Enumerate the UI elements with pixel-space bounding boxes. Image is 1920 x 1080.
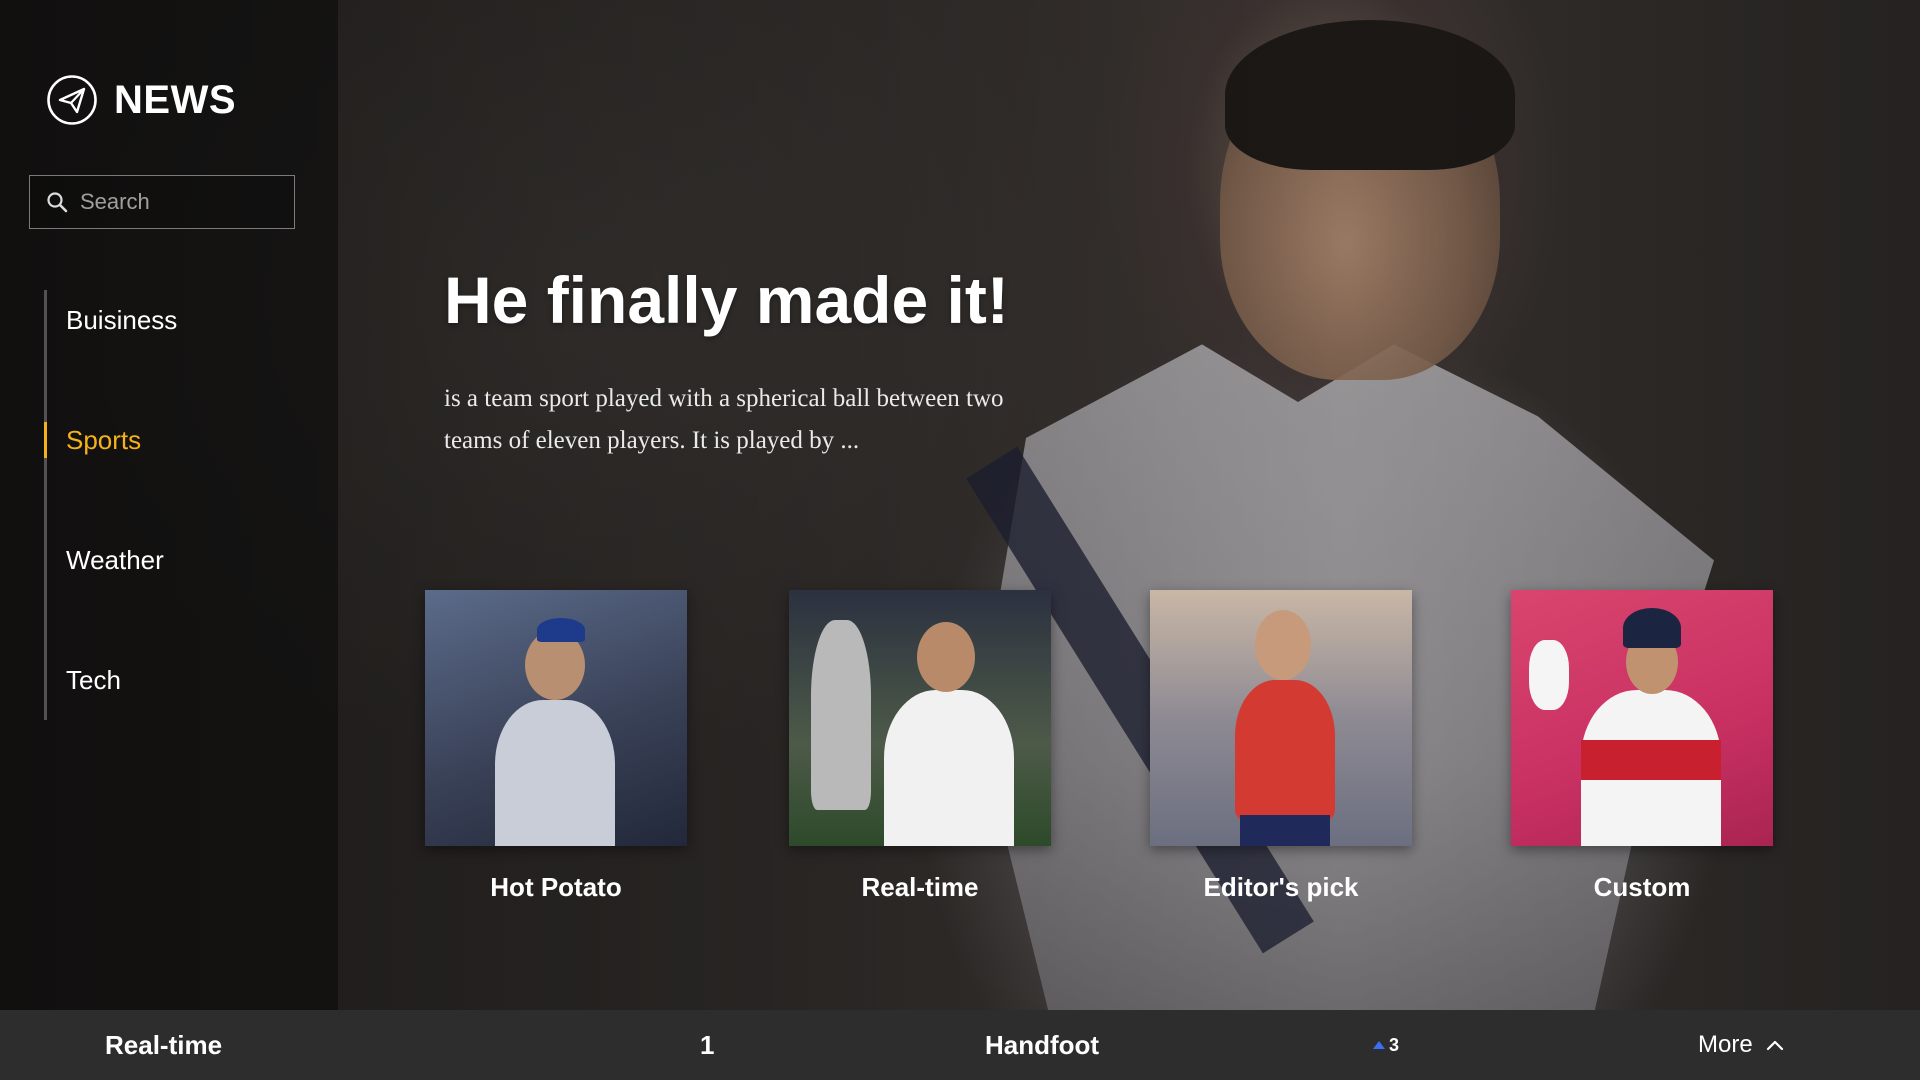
bottom-ticker-bar: Real-time 1 Handfoot 3 More (0, 1010, 1920, 1080)
nav-item-sports[interactable]: Sports (44, 410, 304, 470)
triangle-up-icon (1373, 1041, 1385, 1049)
card-real-time[interactable]: Real-time (789, 590, 1051, 903)
card-hot-potato[interactable]: Hot Potato (425, 590, 687, 903)
card-label: Hot Potato (490, 872, 622, 902)
search-input[interactable] (78, 188, 282, 216)
nav-item-label: Buisiness (66, 304, 178, 335)
ticker-topic[interactable]: Handfoot (985, 1010, 1099, 1080)
article-summary: is a team sport played with a spherical … (444, 385, 1004, 454)
more-button[interactable]: More (1698, 1010, 1785, 1080)
ticker-rank: 1 (700, 1029, 715, 1060)
card-label: Editor's pick (1203, 872, 1359, 902)
app-logo[interactable]: NEWS (46, 74, 236, 126)
nav-item-tech[interactable]: Tech (44, 650, 304, 710)
nav-item-label: Weather (66, 544, 164, 575)
sidebar: NEWS Buisiness Sports Weather Tech (0, 0, 338, 1010)
nav-item-weather[interactable]: Weather (44, 530, 304, 590)
card-label: Real-time (861, 872, 979, 902)
card-thumbnail (789, 590, 1051, 846)
card-custom[interactable]: Custom (1511, 590, 1773, 903)
article-headline[interactable]: He finally made it! (444, 262, 1009, 338)
ticker-title: Real-time (105, 1029, 223, 1060)
app-logo-text: NEWS (114, 77, 236, 122)
search-box[interactable] (29, 175, 295, 229)
category-nav: Buisiness Sports Weather Tech (44, 290, 324, 720)
card-thumbnail (1150, 590, 1412, 846)
card-label: Custom (1593, 872, 1691, 902)
card-thumbnail (425, 590, 687, 846)
news-app: NEWS Buisiness Sports Weather Tech (0, 0, 1920, 1080)
card-thumbnail (1511, 590, 1773, 846)
card-editors-pick[interactable]: Editor's pick (1150, 590, 1412, 903)
search-icon (47, 192, 68, 213)
more-button-label: More (1698, 1031, 1753, 1058)
nav-item-label: Sports (66, 424, 142, 455)
nav-item-business[interactable]: Buisiness (44, 290, 304, 350)
nav-item-label: Tech (66, 664, 121, 695)
ticker-trend-value: 3 (1389, 1034, 1400, 1055)
paper-plane-icon (47, 75, 97, 125)
chevron-up-icon (1766, 1040, 1783, 1051)
ticker-trend: 3 (1373, 1010, 1399, 1080)
